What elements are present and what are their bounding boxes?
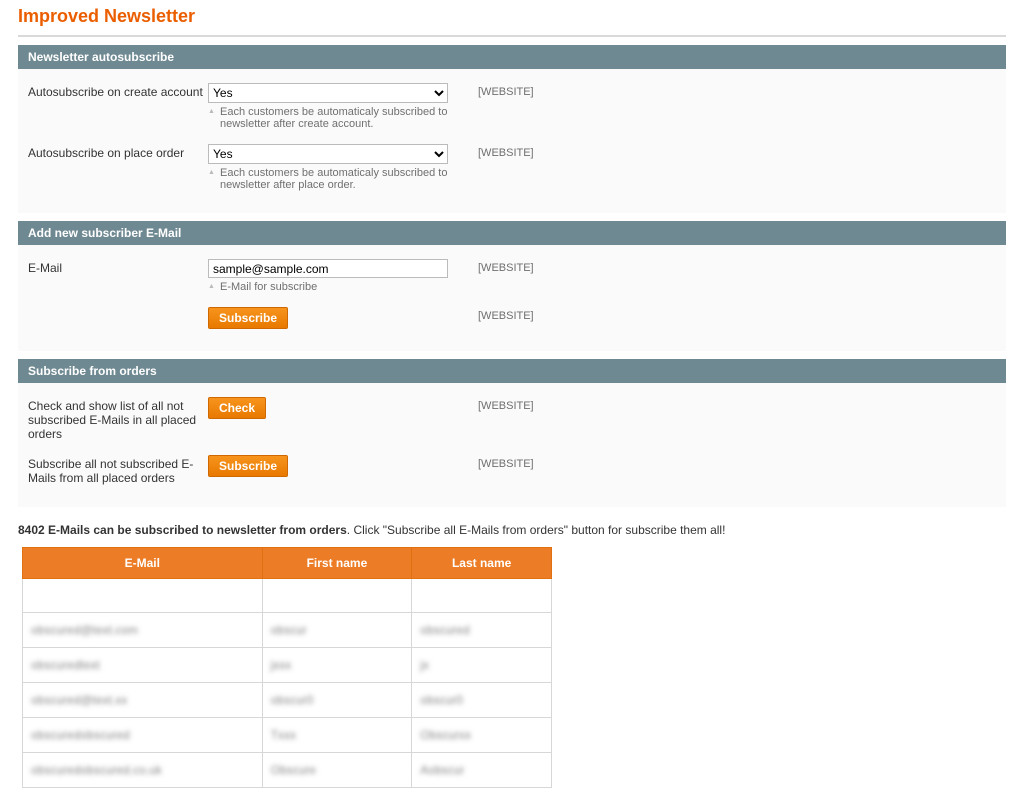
cell-last: jx <box>412 648 552 683</box>
hint-autosubscribe-order: Each customers be automaticaly subscribe… <box>208 164 458 191</box>
cell-last <box>412 579 552 613</box>
section-autosubscribe: Newsletter autosubscribe Autosubscribe o… <box>18 45 1006 213</box>
cell-first: jxxx <box>262 648 412 683</box>
label-autosubscribe-order: Autosubscribe on place order <box>28 144 208 160</box>
scope-label: [WEBSITE] <box>458 144 534 159</box>
label-check-orders: Check and show list of all not subscribe… <box>28 397 208 441</box>
label-email: E-Mail <box>28 259 208 275</box>
cell-last: Aobscur <box>412 753 552 788</box>
subscribe-all-button[interactable]: Subscribe <box>208 455 288 477</box>
cell-email: obscured@text.xx <box>23 683 263 718</box>
select-autosubscribe-create[interactable]: Yes <box>208 83 448 103</box>
label-autosubscribe-create: Autosubscribe on create account <box>28 83 208 99</box>
label-subscribe-all: Subscribe all not subscribed E-Mails fro… <box>28 455 208 485</box>
table-row: obscuredobscured.co.ukObscureAobscur <box>23 753 552 788</box>
cell-email: obscured@text.com <box>23 613 263 648</box>
cell-last: Obscurxx <box>412 718 552 753</box>
hint-autosubscribe-create: Each customers be automaticaly subscribe… <box>208 103 458 130</box>
scope-label: [WEBSITE] <box>458 83 534 98</box>
scope-label: [WEBSITE] <box>458 307 534 322</box>
divider <box>18 35 1006 37</box>
table-row: obscuredobscuredTxxxObscurxx <box>23 718 552 753</box>
cell-first: obscur <box>262 613 412 648</box>
cell-email <box>23 579 263 613</box>
hint-email: E-Mail for subscribe <box>208 278 458 293</box>
cell-first: Txxx <box>262 718 412 753</box>
subscribe-message: 8402 E-Mails can be subscribed to newsle… <box>0 515 1024 547</box>
section-from-orders: Subscribe from orders Check and show lis… <box>18 359 1006 507</box>
section-header-add-subscriber: Add new subscriber E-Mail <box>18 221 1006 245</box>
subscribe-message-count: 8402 E-Mails can be subscribed to newsle… <box>18 523 347 537</box>
th-email: E-Mail <box>23 548 263 579</box>
page-title: Improved Newsletter <box>0 0 1024 35</box>
table-row: obscured@text.comobscurobscured <box>23 613 552 648</box>
emails-table: E-Mail First name Last name obscured@tex… <box>22 547 552 788</box>
th-first-name: First name <box>262 548 412 579</box>
subscribe-message-text: . Click "Subscribe all E-Mails from orde… <box>347 523 726 537</box>
cell-last: obscured <box>412 613 552 648</box>
section-header-from-orders: Subscribe from orders <box>18 359 1006 383</box>
th-last-name: Last name <box>412 548 552 579</box>
cell-email: obscuredtext <box>23 648 263 683</box>
subscribe-button[interactable]: Subscribe <box>208 307 288 329</box>
table-row: obscured@text.xxobscur0obscur0 <box>23 683 552 718</box>
email-field[interactable] <box>208 259 448 278</box>
scope-label: [WEBSITE] <box>458 455 534 470</box>
cell-email: obscuredobscured <box>23 718 263 753</box>
table-row: obscuredtextjxxxjx <box>23 648 552 683</box>
cell-email: obscuredobscured.co.uk <box>23 753 263 788</box>
cell-first: obscur0 <box>262 683 412 718</box>
cell-first <box>262 579 412 613</box>
section-add-subscriber: Add new subscriber E-Mail E-Mail E-Mail … <box>18 221 1006 351</box>
select-autosubscribe-order[interactable]: Yes <box>208 144 448 164</box>
section-header-autosubscribe: Newsletter autosubscribe <box>18 45 1006 69</box>
table-row <box>23 579 552 613</box>
scope-label: [WEBSITE] <box>458 397 534 412</box>
check-button[interactable]: Check <box>208 397 266 419</box>
cell-first: Obscure <box>262 753 412 788</box>
cell-last: obscur0 <box>412 683 552 718</box>
scope-label: [WEBSITE] <box>458 259 534 274</box>
